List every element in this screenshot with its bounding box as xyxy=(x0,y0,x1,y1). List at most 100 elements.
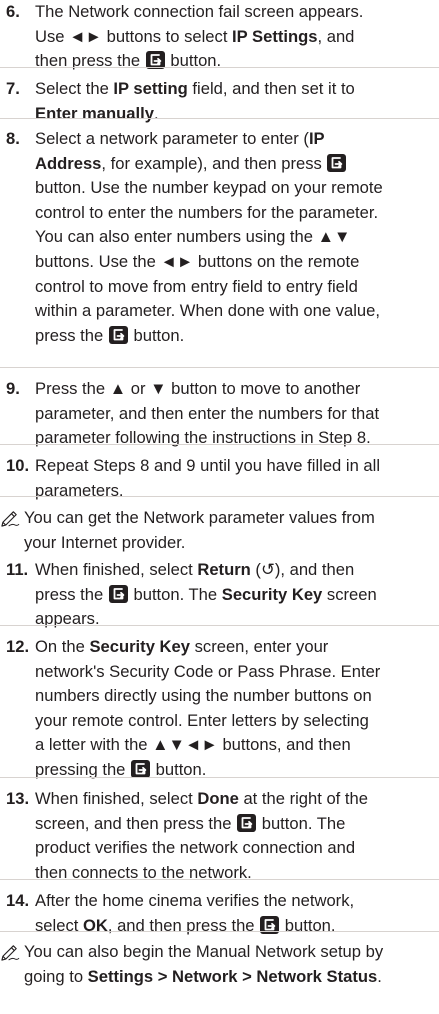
step-divider xyxy=(0,367,439,368)
text-run: product verifies the network connection … xyxy=(35,838,356,858)
step-text: On the Security Key screen, enter your ne… xyxy=(35,635,439,783)
step-number: 8. xyxy=(6,129,20,148)
text-run: button. The xyxy=(128,584,222,604)
text-line: within a parameter. When done with one v… xyxy=(35,299,439,324)
text-run: control to move from entry field to entr… xyxy=(35,276,358,296)
text-run: , for example), and then press xyxy=(101,153,327,173)
text-run: After the home cinema verifies the netwo… xyxy=(35,891,355,910)
bold-term: IP Settings xyxy=(232,26,318,46)
text-line: network's Security Code or Pass Phrase. … xyxy=(35,660,439,685)
enter-button-icon xyxy=(108,584,128,603)
text-line: appears. xyxy=(35,607,439,632)
text-line: control to enter the numbers for the par… xyxy=(35,201,439,226)
note-text: You can also begin the Manual Network se… xyxy=(0,940,383,989)
bold-term: Security Key xyxy=(221,584,323,604)
step-text: Press the ▲ or ▼ button to move to anoth… xyxy=(35,377,439,451)
step-divider xyxy=(0,67,439,68)
text-line: Press the ▲ or ▼ button to move to anoth… xyxy=(35,377,439,402)
step-number: 12. xyxy=(6,637,30,656)
text-line: then press the button. xyxy=(35,49,439,74)
text-run: control to enter the numbers for the par… xyxy=(35,202,379,222)
text-line: parameter following the instructions in … xyxy=(35,426,439,451)
text-line: You can also enter numbers using the ▲▼ xyxy=(35,225,439,250)
step-number: 14. xyxy=(6,891,30,910)
text-run: screen, enter your xyxy=(189,637,329,656)
text-run: You can get the Network parameter values… xyxy=(24,508,375,527)
step-number: 7. xyxy=(6,79,20,98)
text-line: press the button. xyxy=(35,324,439,349)
text-run: within a parameter. When done with one v… xyxy=(35,301,380,321)
text-line: buttons. Use the ◄► buttons on the remot… xyxy=(35,250,439,275)
text-line: control to move from entry field to entr… xyxy=(35,275,439,300)
text-run: On the xyxy=(35,637,90,656)
bold-term: Return xyxy=(197,560,251,579)
text-line: You can also begin the Manual Network se… xyxy=(0,940,383,965)
text-line: Address, for example), and then press xyxy=(35,152,439,177)
text-run: button. The xyxy=(257,813,346,833)
text-run: button. Use the number keypad on your re… xyxy=(35,178,383,198)
step-divider xyxy=(0,118,439,119)
bold-term: Address xyxy=(35,153,102,173)
text-line: your Internet provider. xyxy=(0,531,375,556)
step-divider xyxy=(0,625,439,626)
text-run: at the right of the xyxy=(238,789,368,808)
text-run: You can also enter numbers using the ▲▼ xyxy=(35,227,351,247)
text-run: your remote control. Enter letters by se… xyxy=(35,710,369,730)
bold-term: Done xyxy=(197,789,239,808)
step-divider xyxy=(0,496,439,497)
text-run: Use xyxy=(35,26,70,46)
text-run: ◄► xyxy=(69,26,102,46)
step-text: When finished, select Return (↺), and th… xyxy=(35,558,439,632)
text-line: When finished, select Return (↺), and th… xyxy=(35,558,439,583)
text-run: a letter with the ▲▼◄► buttons, and then xyxy=(35,735,351,755)
text-run: , and xyxy=(317,26,355,46)
text-line: numbers directly using the number button… xyxy=(35,684,439,709)
step-text: When finished, select Done at the right … xyxy=(35,787,439,885)
text-run: screen, and then press the xyxy=(35,813,237,833)
text-run: buttons. Use the ◄► buttons on the remot… xyxy=(35,251,360,271)
step-number: 10. xyxy=(6,456,30,475)
text-run: You can also begin the Manual Network se… xyxy=(24,942,384,961)
text-line: After the home cinema verifies the netwo… xyxy=(35,889,439,914)
text-run: your Internet provider. xyxy=(24,532,186,552)
text-line: product verifies the network connection … xyxy=(35,836,439,861)
text-line: You can get the Network parameter values… xyxy=(0,506,375,531)
enter-button-icon xyxy=(237,813,257,832)
text-line: then connects to the network. xyxy=(35,861,439,886)
step-divider xyxy=(0,777,439,778)
step-text: The Network connection fail screen appea… xyxy=(35,0,439,74)
text-line: select OK, and then press the button. xyxy=(35,914,439,939)
text-line: On the Security Key screen, enter your xyxy=(35,635,439,660)
text-line: When finished, select Done at the right … xyxy=(35,787,439,812)
step-number: 13. xyxy=(6,789,30,808)
bold-term: Settings > Network > Network Status xyxy=(87,966,378,986)
step-divider xyxy=(0,879,439,880)
text-line: Use ◄► buttons to select IP Settings, an… xyxy=(35,25,439,50)
text-run: Repeat Steps 8 and 9 until you have fill… xyxy=(35,456,381,475)
text-run: (↺), and then xyxy=(250,560,355,579)
text-run: Select a network parameter to enter ( xyxy=(35,129,309,148)
text-run: Press the ▲ or ▼ button to move to anoth… xyxy=(35,379,361,398)
text-run: Select the xyxy=(35,79,114,98)
text-line: parameters. xyxy=(35,479,439,504)
text-run: When finished, select xyxy=(35,789,198,808)
text-line: button. Use the number keypad on your re… xyxy=(35,176,439,201)
step-number: 6. xyxy=(6,2,20,21)
enter-button-icon xyxy=(131,759,151,778)
text-run: button. xyxy=(128,325,185,345)
note-text: You can get the Network parameter values… xyxy=(0,506,375,555)
text-run: field, and then set it to xyxy=(187,79,355,98)
text-line: Select a network parameter to enter (IP xyxy=(35,127,439,152)
text-line: press the button. The Security Key scree… xyxy=(35,583,439,608)
text-run: . xyxy=(153,103,159,123)
text-run: When finished, select xyxy=(35,560,198,579)
enter-button-icon xyxy=(327,153,347,172)
text-run: . xyxy=(377,966,382,986)
text-run: network's Security Code or Pass Phrase. … xyxy=(35,661,381,681)
step-number: 9. xyxy=(6,379,20,398)
text-line: Enter manually. xyxy=(35,102,439,127)
text-run: press the xyxy=(35,325,108,345)
bold-term: IP setting xyxy=(113,79,188,98)
text-run: going to xyxy=(24,966,88,986)
text-line: a letter with the ▲▼◄► buttons, and then xyxy=(35,733,439,758)
